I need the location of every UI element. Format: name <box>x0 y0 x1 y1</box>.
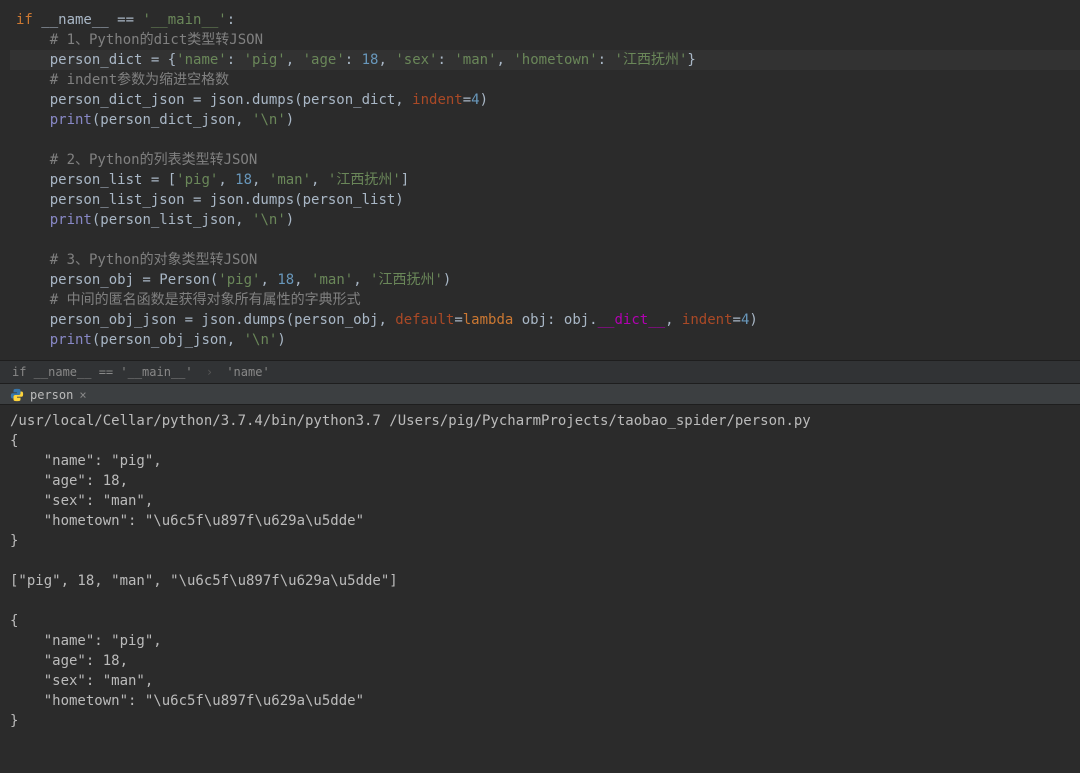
code-line[interactable]: print(person_obj_json, '\n') <box>10 330 1080 350</box>
code-line[interactable]: print(person_dict_json, '\n') <box>10 110 1080 130</box>
breadcrumb-item[interactable]: 'name' <box>226 365 269 379</box>
python-file-icon <box>10 388 24 402</box>
code-line[interactable]: person_obj_json = json.dumps(person_obj,… <box>10 310 1080 330</box>
breadcrumb-separator: › <box>206 365 213 379</box>
code-line[interactable]: person_dict_json = json.dumps(person_dic… <box>10 90 1080 110</box>
code-line[interactable]: person_list = ['pig', 18, 'man', '江西抚州'] <box>10 170 1080 190</box>
close-icon[interactable]: × <box>79 388 86 402</box>
console-output[interactable]: /usr/local/Cellar/python/3.7.4/bin/pytho… <box>0 405 1080 737</box>
code-line[interactable]: # 中间的匿名函数是获得对象所有属性的字典形式 <box>10 290 1080 310</box>
code-line[interactable] <box>10 130 1080 150</box>
code-line[interactable]: # indent参数为缩进空格数 <box>10 70 1080 90</box>
code-line[interactable]: if __name__ == '__main__': <box>10 10 1080 30</box>
breadcrumb[interactable]: if __name__ == '__main__' › 'name' <box>0 360 1080 384</box>
code-line[interactable]: person_dict = {'name': 'pig', 'age': 18,… <box>10 50 1080 70</box>
code-line[interactable] <box>10 230 1080 250</box>
code-line[interactable]: # 3、Python的对象类型转JSON <box>10 250 1080 270</box>
code-line[interactable]: # 1、Python的dict类型转JSON <box>10 30 1080 50</box>
code-line[interactable]: # 2、Python的列表类型转JSON <box>10 150 1080 170</box>
run-tab-label: person <box>30 388 73 402</box>
code-editor[interactable]: if __name__ == '__main__': # 1、Python的di… <box>0 0 1080 360</box>
run-tool-tab[interactable]: person × <box>0 384 1080 405</box>
code-line[interactable]: print(person_list_json, '\n') <box>10 210 1080 230</box>
code-line[interactable]: person_list_json = json.dumps(person_lis… <box>10 190 1080 210</box>
code-line[interactable]: person_obj = Person('pig', 18, 'man', '江… <box>10 270 1080 290</box>
breadcrumb-item[interactable]: if __name__ == '__main__' <box>12 365 193 379</box>
